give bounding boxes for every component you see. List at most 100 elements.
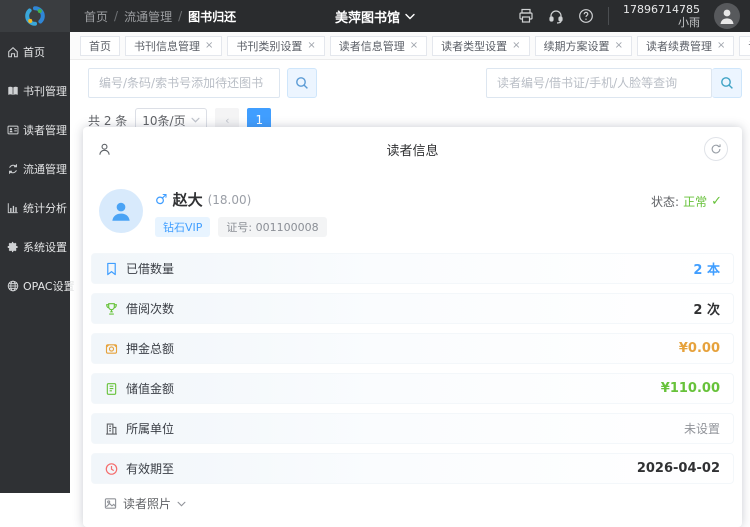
search-row: [70, 68, 750, 98]
app-logo[interactable]: [0, 0, 70, 32]
row-label: 有效期至: [126, 462, 175, 476]
row-label: 借阅次数: [126, 302, 175, 316]
reader-info-panel: 读者信息 ♂ 赵大 (18.00) 钻石VIP 证号: 001100008 状态…: [83, 127, 742, 527]
refresh-button[interactable]: [704, 137, 728, 161]
passbook-icon: [106, 382, 117, 395]
breadcrumb-current: 图书归还: [188, 9, 237, 24]
row-value: ¥0.00: [678, 341, 720, 356]
sidebar-item-label: 系统设置: [23, 240, 67, 254]
row-label: 已借数量: [126, 262, 175, 276]
status-label: 状态:: [651, 195, 680, 209]
close-icon[interactable]: ×: [205, 40, 213, 51]
circulation-arrows-icon: [9, 163, 17, 174]
refresh-icon: [711, 144, 721, 154]
tab-label: 首页: [89, 39, 111, 53]
reader-name: 赵大: [172, 191, 203, 209]
topbar-divider: [608, 7, 610, 25]
user-avatar[interactable]: [714, 3, 740, 29]
vip-badge: 钻石VIP: [155, 217, 211, 237]
sidebar-item-readers[interactable]: 读者管理: [0, 110, 70, 149]
library-title-dropdown[interactable]: 美萍图书馆: [335, 7, 415, 26]
id-card-icon: [7, 125, 19, 134]
breadcrumb-circulation[interactable]: 流通管理: [124, 8, 172, 25]
book-barcode-input[interactable]: [88, 68, 280, 98]
tab-label: 读者续费管理: [645, 39, 712, 53]
close-icon[interactable]: ×: [307, 40, 315, 51]
close-icon[interactable]: ×: [717, 40, 725, 51]
row-borrow-times: 借阅次数 2 次: [91, 293, 734, 324]
row-value: 未设置: [683, 422, 720, 436]
reader-photo-toggle[interactable]: 读者照片: [91, 493, 734, 514]
trophy-icon: [106, 302, 117, 315]
tab-reader-renewal[interactable]: 读者续费管理 ×: [636, 35, 735, 56]
library-title: 美萍图书馆: [334, 10, 401, 26]
tab-book-category[interactable]: 书刊类别设置 ×: [227, 35, 325, 56]
sidebar-item-settings[interactable]: 系统设置: [0, 227, 70, 266]
user-phone: 17896714785: [623, 2, 700, 16]
chevron-down-icon: [405, 13, 415, 20]
logo-swirl-icon: [24, 5, 46, 27]
close-icon[interactable]: ×: [410, 40, 418, 51]
reader-summary: ♂ 赵大 (18.00) 钻石VIP 证号: 001100008 状态: 正常 …: [83, 171, 742, 247]
page-size-value: 10条/页: [142, 113, 186, 128]
breadcrumb-home[interactable]: 首页: [84, 8, 108, 25]
breadcrumb-separator: /: [114, 9, 119, 23]
tab-book-info[interactable]: 书刊信息管理 ×: [125, 35, 223, 56]
row-valid-until: 有效期至 2026-04-02: [91, 453, 734, 484]
book-search-group: [88, 68, 317, 98]
sidebar-item-label: 书刊管理: [23, 84, 67, 98]
chevron-down-icon: [191, 117, 200, 123]
search-icon: [296, 77, 308, 89]
tab-label: 续期方案设置: [543, 39, 610, 53]
tab-reader-borrow[interactable]: 读者借书×: [739, 35, 750, 56]
reader-search-group: [486, 68, 742, 98]
row-label: 押金总额: [126, 342, 175, 356]
printer-icon[interactable]: [518, 8, 534, 24]
status-value: 正常: [683, 195, 708, 209]
sidebar-item-label: 读者管理: [23, 123, 67, 137]
row-stored-value: 储值金额 ¥110.00: [91, 373, 734, 404]
row-organization: 所属单位 未设置: [91, 413, 734, 444]
tab-renewal-plan[interactable]: 续期方案设置 ×: [534, 35, 632, 56]
tab-label: 书刊类别设置: [236, 39, 303, 53]
tab-reader-type[interactable]: 读者类型设置 ×: [432, 35, 530, 56]
reader-detail-rows: 已借数量 2 本 借阅次数 2 次 押金总额 ¥0.00 储值金额 ¥110.0…: [83, 247, 742, 514]
customer-service-icon[interactable]: [548, 8, 564, 24]
sidebar-item-label: 统计分析: [23, 201, 67, 215]
book-search-button[interactable]: [287, 68, 317, 98]
close-icon[interactable]: ×: [615, 40, 623, 51]
bar-chart-icon: [7, 202, 18, 213]
chevron-down-icon: [177, 501, 186, 507]
panel-title: 读者信息: [386, 143, 439, 159]
user-info: 17896714785 小雨: [623, 3, 700, 29]
tab-reader-info[interactable]: 读者信息管理 ×: [329, 35, 428, 56]
help-icon[interactable]: [578, 8, 594, 24]
sidebar-item-opac[interactable]: OPAC设置: [0, 266, 75, 305]
panel-header: 读者信息: [83, 127, 742, 171]
sidebar-item-books[interactable]: 书刊管理: [0, 71, 70, 110]
row-label: 所属单位: [126, 422, 175, 436]
male-icon: ♂: [155, 191, 168, 208]
search-icon: [720, 77, 733, 89]
reader-search-button[interactable]: [712, 68, 742, 98]
close-icon[interactable]: ×: [512, 40, 520, 51]
reader-query-input[interactable]: [486, 68, 712, 98]
tab-home[interactable]: 首页: [80, 35, 120, 56]
sidebar-item-label: 流通管理: [23, 162, 67, 176]
reader-avatar: [99, 189, 143, 233]
coin-icon: [105, 343, 118, 354]
topbar-actions: 17896714785 小雨: [518, 3, 750, 29]
sidebar-item-statistics[interactable]: 统计分析: [0, 188, 70, 227]
sidebar-item-circulation[interactable]: 流通管理: [0, 149, 70, 188]
sidebar-item-label: 首页: [23, 45, 45, 59]
tab-label: 读者类型设置: [441, 39, 508, 53]
row-value: ¥110.00: [660, 381, 720, 396]
person-outline-icon: [97, 142, 112, 157]
sidebar-item-home[interactable]: 首页: [0, 32, 70, 71]
clock-icon: [105, 462, 118, 475]
row-value: 2 本: [693, 263, 720, 278]
row-borrowed-count: 已借数量 2 本: [91, 253, 734, 284]
reader-identity: ♂ 赵大 (18.00) 钻石VIP 证号: 001100008: [155, 189, 327, 237]
sidebar: 首页 书刊管理 读者管理 流通管理 统计分析 系统设置 OPAC设置: [0, 32, 75, 493]
photo-icon: [104, 498, 117, 509]
